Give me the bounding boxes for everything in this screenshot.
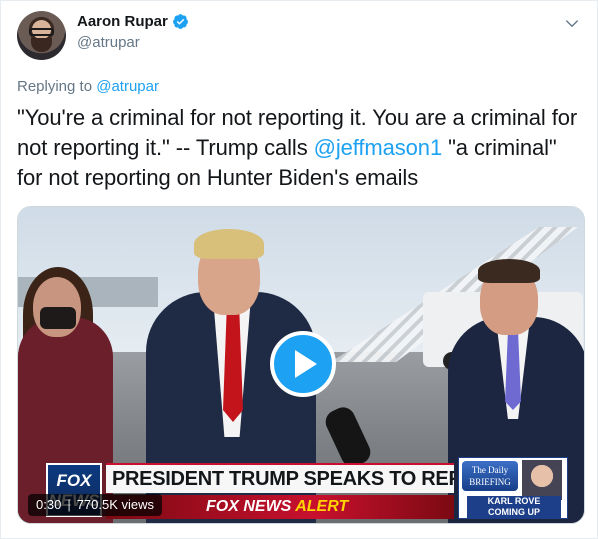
video-duration: 0:30 [36, 497, 62, 512]
daily-briefing-logo: The Daily BRIEFING [462, 461, 518, 491]
replying-to-line: Replying to @atrupar [17, 78, 159, 95]
tweet-mention-link[interactable]: @jeffmason1 [314, 135, 443, 160]
chevron-down-icon[interactable] [563, 15, 581, 33]
chyron-headline: PRESIDENT TRUMP SPEAKS TO REPORTERS [106, 463, 454, 493]
replying-to-mention-link[interactable]: @atrupar [96, 78, 159, 95]
video-man-hair [478, 259, 540, 283]
author-handle[interactable]: @atrupar [77, 34, 140, 51]
video-player[interactable]: FOX NEWS PRESIDENT TRUMP SPEAKS TO REPOR… [17, 206, 585, 524]
author-name-row: Aaron Rupar [77, 13, 189, 30]
tweet-card: Aaron Rupar @atrupar Replying to @atrupa… [0, 0, 598, 539]
alert-brand: FOX NEWS [206, 498, 292, 515]
video-woman-mask [40, 307, 76, 329]
replying-to-label: Replying to [17, 78, 97, 95]
play-icon [295, 350, 317, 378]
video-meta-separator: | [67, 497, 71, 512]
alert-word: ALERT [295, 498, 349, 515]
video-trump-hair [194, 229, 264, 259]
daily-briefing-box: The Daily BRIEFING KARL ROVE COMING UP [458, 457, 568, 519]
guest-name: KARL ROVE [467, 496, 561, 507]
coming-up-label: COMING UP [467, 507, 561, 518]
avatar-beard [31, 38, 52, 52]
tweet-text: "You're a criminal for not reporting it.… [17, 103, 587, 193]
play-button[interactable] [270, 331, 336, 397]
guest-photo [522, 460, 562, 500]
video-view-count: 770.5K views [76, 497, 155, 512]
author-display-name[interactable]: Aaron Rupar [77, 13, 168, 30]
avatar[interactable] [17, 11, 66, 60]
video-meta-overlay: 0:30 | 770.5K views [28, 494, 163, 516]
avatar-glasses [29, 28, 54, 36]
verified-badge-icon [172, 14, 188, 29]
